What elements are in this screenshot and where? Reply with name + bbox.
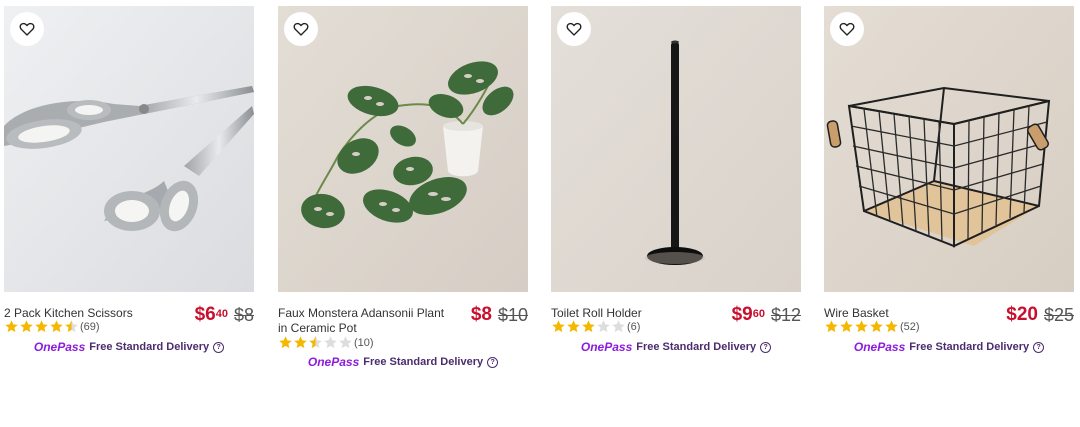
star-icon <box>597 320 610 333</box>
price-block: $8 $10 <box>471 304 528 326</box>
product-card[interactable]: Faux Monstera Adansonii Plant in Ceramic… <box>278 6 528 369</box>
wishlist-button[interactable] <box>557 12 591 46</box>
wishlist-button[interactable] <box>830 12 864 46</box>
star-icon <box>855 320 868 333</box>
product-info: 2 Pack Kitchen Scissors $640 $8 (69) One… <box>4 304 254 366</box>
was-price: $25 <box>1043 305 1074 325</box>
star-icon <box>5 320 18 333</box>
review-count: (69) <box>80 320 100 333</box>
onepass-logo: OnePass <box>307 355 360 369</box>
onepass-delivery: OnePass Free Standard Delivery ? <box>4 340 254 354</box>
star-icon <box>339 336 352 349</box>
delivery-label: Free Standard Delivery <box>909 341 1030 353</box>
star-rating <box>824 319 899 334</box>
product-card[interactable]: 2 Pack Kitchen Scissors $640 $8 (69) One… <box>4 6 254 366</box>
wishlist-button[interactable] <box>284 12 318 46</box>
sale-price: $640 <box>194 304 228 325</box>
onepass-delivery: OnePass Free Standard Delivery ? <box>278 355 528 369</box>
kitchen-scissors-image <box>4 6 254 292</box>
sale-price: $8 <box>470 304 492 325</box>
wire-basket-image <box>824 6 1074 292</box>
heart-outline-icon <box>839 22 855 36</box>
product-card[interactable]: Toilet Roll Holder $960 $12 (6) OnePass … <box>551 6 801 366</box>
product-info: Faux Monstera Adansonii Plant in Ceramic… <box>278 304 528 369</box>
rating: (6) <box>551 319 640 334</box>
question-circle-icon[interactable]: ? <box>487 356 499 368</box>
star-icon <box>582 320 595 333</box>
star-icon <box>20 320 33 333</box>
onepass-delivery: OnePass Free Standard Delivery ? <box>551 340 801 354</box>
sale-price: $20 <box>1006 304 1038 325</box>
star-icon <box>279 336 292 349</box>
product-title[interactable]: Faux Monstera Adansonii Plant in Ceramic… <box>278 306 454 336</box>
product-card[interactable]: Wire Basket $20 $25 (52) OnePass Free St… <box>824 6 1074 366</box>
wishlist-button[interactable] <box>10 12 44 46</box>
toilet-roll-holder-image <box>551 6 801 292</box>
heart-outline-icon <box>19 22 35 36</box>
delivery-label: Free Standard Delivery <box>363 356 484 368</box>
star-icon <box>324 336 337 349</box>
delivery-label: Free Standard Delivery <box>89 341 210 353</box>
monstera-plant-image <box>278 6 528 292</box>
price-block: $640 $8 <box>195 304 254 326</box>
sale-price: $960 <box>731 304 765 325</box>
review-count: (52) <box>900 320 920 333</box>
product-image[interactable] <box>278 6 528 292</box>
price-block: $20 $25 <box>1006 304 1074 326</box>
product-image[interactable] <box>824 6 1074 292</box>
was-price: $10 <box>497 305 528 325</box>
heart-outline-icon <box>293 22 309 36</box>
heart-outline-icon <box>566 22 582 36</box>
onepass-logo: OnePass <box>580 340 633 354</box>
rating: (10) <box>278 335 374 350</box>
star-rating <box>278 335 353 350</box>
star-icon <box>870 320 883 333</box>
review-count: (6) <box>627 320 641 333</box>
rating: (69) <box>4 319 100 334</box>
product-image[interactable] <box>551 6 801 292</box>
question-circle-icon[interactable]: ? <box>760 341 772 353</box>
onepass-logo: OnePass <box>853 340 906 354</box>
star-icon <box>65 320 78 333</box>
star-icon <box>35 320 48 333</box>
product-info: Wire Basket $20 $25 (52) OnePass Free St… <box>824 304 1074 366</box>
star-icon <box>309 336 322 349</box>
star-rating <box>551 319 626 334</box>
question-circle-icon[interactable]: ? <box>1033 341 1045 353</box>
product-info: Toilet Roll Holder $960 $12 (6) OnePass … <box>551 304 801 366</box>
product-image[interactable] <box>4 6 254 292</box>
star-icon <box>840 320 853 333</box>
star-icon <box>825 320 838 333</box>
question-circle-icon[interactable]: ? <box>213 341 225 353</box>
review-count: (10) <box>354 336 374 349</box>
onepass-logo: OnePass <box>33 340 86 354</box>
star-icon <box>567 320 580 333</box>
star-icon <box>552 320 565 333</box>
rating: (52) <box>824 319 920 334</box>
star-icon <box>612 320 625 333</box>
delivery-label: Free Standard Delivery <box>636 341 757 353</box>
was-price: $8 <box>233 305 254 325</box>
price-block: $960 $12 <box>732 304 801 326</box>
product-grid: 2 Pack Kitchen Scissors $640 $8 (69) One… <box>0 0 1080 427</box>
star-icon <box>50 320 63 333</box>
star-rating <box>4 319 79 334</box>
star-icon <box>885 320 898 333</box>
onepass-delivery: OnePass Free Standard Delivery ? <box>824 340 1074 354</box>
was-price: $12 <box>770 305 801 325</box>
star-icon <box>294 336 307 349</box>
